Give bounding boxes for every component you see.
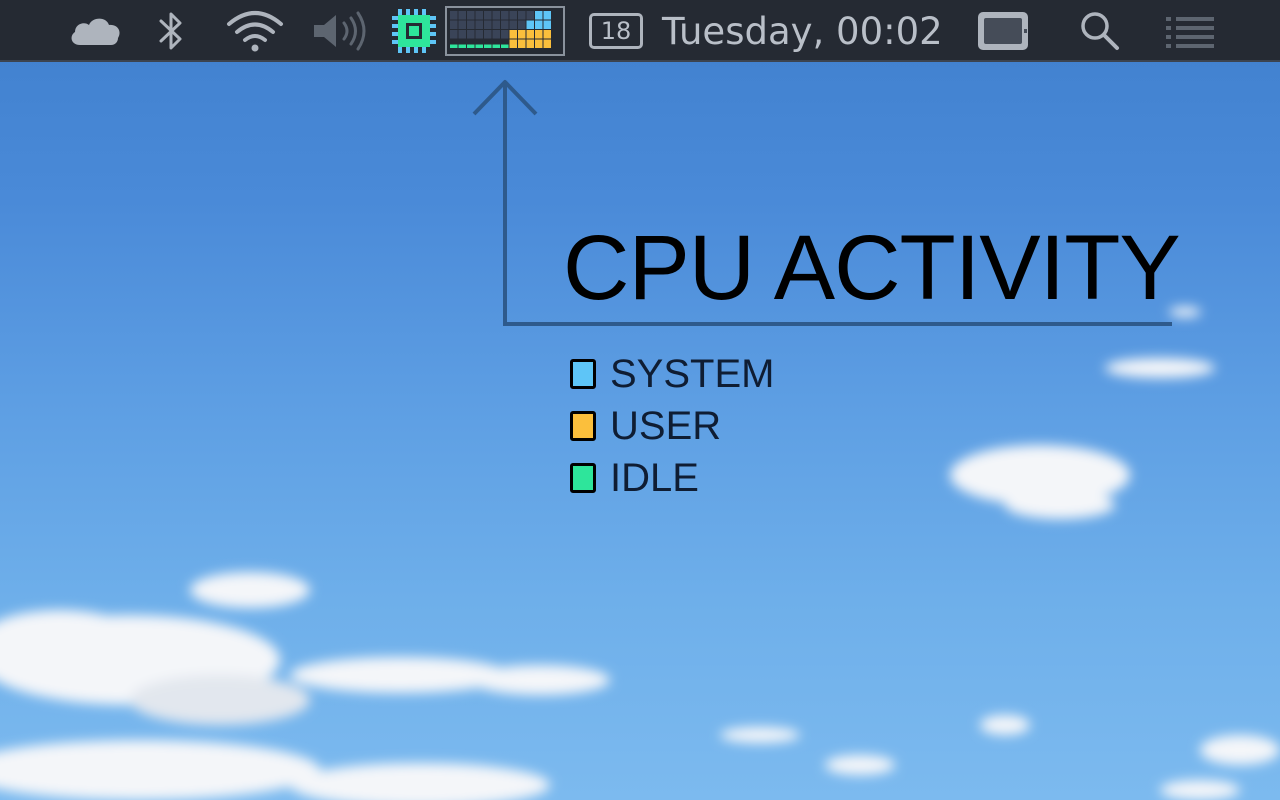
cpu-graph-cell xyxy=(458,44,466,48)
cpu-graph-cell xyxy=(535,39,543,48)
cpu-graph-cell xyxy=(467,20,475,29)
cpu-graph-cell xyxy=(467,44,475,48)
cpu-graph-cell xyxy=(501,11,509,20)
cpu-graph-cell xyxy=(526,20,534,29)
cpu-graph-cell xyxy=(501,44,509,48)
cpu-graph-cell xyxy=(501,30,509,39)
cpu-graph-cell xyxy=(501,20,509,29)
cpu-graph-cell xyxy=(526,11,534,20)
display-icon[interactable] xyxy=(972,0,1034,62)
cpu-graph-cell xyxy=(518,39,526,48)
cloud-icon[interactable] xyxy=(64,0,126,62)
cpu-graph-cell xyxy=(543,11,551,20)
cpu-activity-title: CPU ACTIVITY xyxy=(563,217,1181,319)
menu-bar: 18 Tuesday, 00:02 xyxy=(0,0,1280,62)
cpu-graph-cell xyxy=(484,44,492,48)
legend-label-user: USER xyxy=(610,404,722,448)
user-swatch xyxy=(570,411,596,441)
cpu-graph-cell xyxy=(450,11,458,20)
cpu-graph-cell xyxy=(509,39,517,48)
cpu-graph-cell xyxy=(535,20,543,29)
cpu-graph-cell xyxy=(450,30,458,39)
cpu-legend: SYSTEM USER IDLE xyxy=(570,348,774,504)
cpu-graph-cell xyxy=(535,30,543,39)
cpu-graph-cell xyxy=(475,11,483,20)
cpu-graph-cell xyxy=(492,20,500,29)
search-icon[interactable] xyxy=(1076,0,1124,62)
cpu-graph-cell xyxy=(475,20,483,29)
cpu-activity-graph[interactable] xyxy=(444,0,566,62)
cpu-graph-cell xyxy=(458,11,466,20)
bluetooth-icon[interactable] xyxy=(150,0,192,62)
legend-item-idle: IDLE xyxy=(570,452,774,504)
idle-swatch xyxy=(570,463,596,493)
cpu-graph-cell xyxy=(492,30,500,39)
cpu-graph-cell xyxy=(492,11,500,20)
cpu-graph-cell xyxy=(543,39,551,48)
wifi-icon[interactable] xyxy=(222,0,288,62)
cpu-graph-cell xyxy=(509,30,517,39)
cpu-graph-cell xyxy=(518,11,526,20)
cpu-graph-cell xyxy=(535,11,543,20)
legend-label-idle: IDLE xyxy=(610,456,699,500)
clock[interactable]: Tuesday, 00:02 xyxy=(662,0,946,62)
volume-icon[interactable] xyxy=(306,0,374,62)
cpu-graph-cell xyxy=(526,30,534,39)
cpu-graph-cell xyxy=(467,30,475,39)
cpu-chip-icon[interactable] xyxy=(387,0,441,62)
datetime-text: Tuesday, 00:02 xyxy=(662,9,943,53)
cpu-graph-cell xyxy=(458,20,466,29)
calendar-day: 18 xyxy=(589,13,643,49)
cpu-graph-cell xyxy=(518,30,526,39)
cpu-graph-cell xyxy=(484,30,492,39)
cpu-graph-cell xyxy=(509,20,517,29)
cpu-graph-cell xyxy=(543,30,551,39)
cpu-graph-cell xyxy=(458,30,466,39)
cpu-graph-cell xyxy=(484,11,492,20)
cpu-graph-cell xyxy=(492,44,500,48)
cpu-graph-cell xyxy=(467,11,475,20)
cpu-graph-cell xyxy=(543,20,551,29)
legend-item-system: SYSTEM xyxy=(570,348,774,400)
cpu-graph-cell xyxy=(526,39,534,48)
list-icon[interactable] xyxy=(1160,0,1220,62)
cpu-graph-cell xyxy=(509,11,517,20)
desktop: 18 Tuesday, 00:02 CPU ACTIVITY SYSTEM US… xyxy=(0,0,1280,800)
cpu-graph-cell xyxy=(450,20,458,29)
cpu-graph-cell xyxy=(450,44,458,48)
cpu-graph-cell xyxy=(518,20,526,29)
cpu-graph-cell xyxy=(475,44,483,48)
legend-item-user: USER xyxy=(570,400,774,452)
calendar-icon[interactable]: 18 xyxy=(586,0,646,62)
cpu-graph-cell xyxy=(484,20,492,29)
system-swatch xyxy=(570,359,596,389)
legend-label-system: SYSTEM xyxy=(610,352,775,396)
cpu-graph-cell xyxy=(475,30,483,39)
